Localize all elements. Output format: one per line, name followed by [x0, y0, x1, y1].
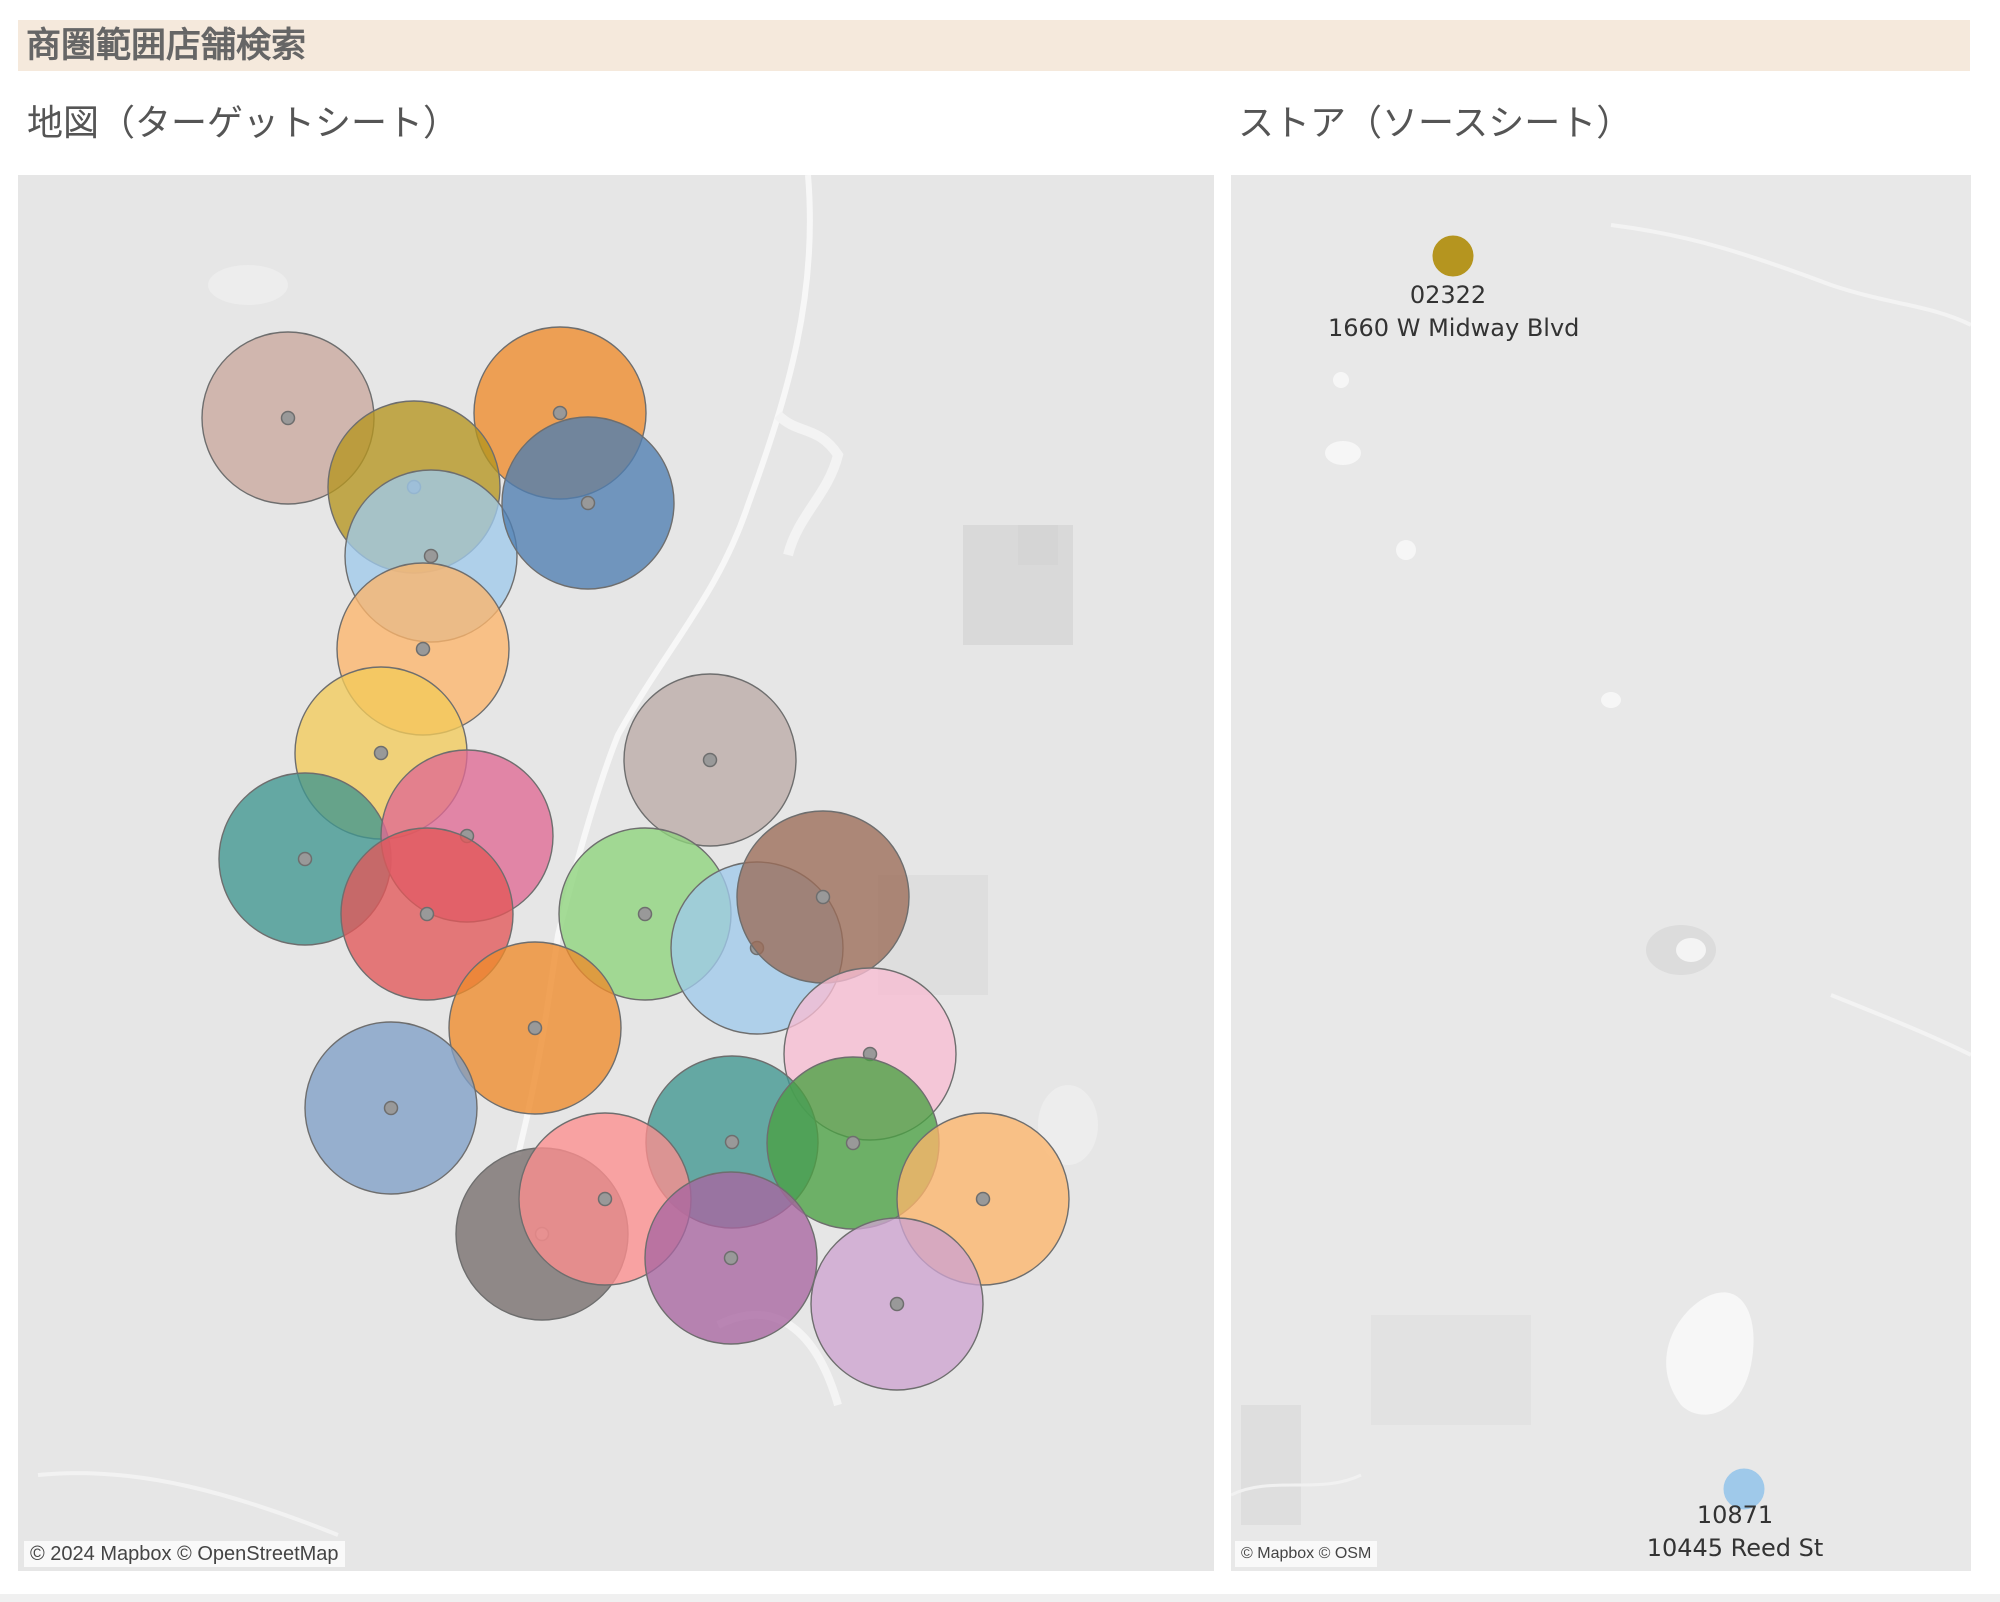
target-map-canvas — [18, 175, 1214, 1571]
store-center-point[interactable] — [297, 851, 313, 867]
store-center-point[interactable] — [552, 405, 568, 421]
store-center-point[interactable] — [383, 1100, 399, 1116]
store-marker[interactable] — [1432, 235, 1474, 277]
store-label[interactable]: 10871 10445 Reed St — [1615, 1499, 1855, 1565]
store-center-point[interactable] — [373, 745, 389, 761]
store-center-point[interactable] — [637, 906, 653, 922]
target-sheet-title: 地図（ターゲットシート） — [27, 103, 460, 144]
store-center-point[interactable] — [723, 1250, 739, 1266]
store-center-point[interactable] — [527, 1020, 543, 1036]
store-center-point[interactable] — [423, 548, 439, 564]
source-sheet-title: ストア（ソースシート） — [1238, 103, 1633, 144]
store-center-point[interactable] — [580, 495, 596, 511]
store-center-point[interactable] — [975, 1191, 991, 1207]
store-center-point[interactable] — [597, 1191, 613, 1207]
dashboard-title-bar: 商圏範囲店舗検索 — [18, 20, 1970, 71]
store-center-point[interactable] — [419, 906, 435, 922]
store-center-point[interactable] — [815, 889, 831, 905]
source-map-credit: © Mapbox © OSM — [1235, 1541, 1378, 1567]
store-address: 10445 Reed St — [1646, 1534, 1824, 1562]
source-map-canvas — [1231, 175, 1971, 1571]
dashboard-title: 商圏範囲店舗検索 — [26, 26, 307, 66]
store-address: 1660 W Midway Blvd — [1328, 314, 1580, 342]
store-center-point[interactable] — [845, 1135, 861, 1151]
store-center-point[interactable] — [280, 410, 296, 426]
source-map[interactable]: 02322 1660 W Midway Blvd 10871 10445 Ree… — [1231, 175, 1971, 1571]
store-label[interactable]: 02322 1660 W Midway Blvd — [1328, 279, 1580, 345]
store-center-point[interactable] — [415, 641, 431, 657]
store-id: 02322 — [1409, 281, 1487, 309]
store-center-point[interactable] — [889, 1296, 905, 1312]
source-map-background — [1231, 175, 1971, 1571]
target-map[interactable]: © 2024 Mapbox © OpenStreetMap — [18, 175, 1214, 1571]
store-center-point[interactable] — [702, 752, 718, 768]
map-credit: © 2024 Mapbox © OpenStreetMap — [24, 1541, 345, 1567]
bottom-bar — [0, 1594, 2000, 1602]
store-center-point[interactable] — [724, 1134, 740, 1150]
store-id: 10871 — [1696, 1501, 1774, 1529]
